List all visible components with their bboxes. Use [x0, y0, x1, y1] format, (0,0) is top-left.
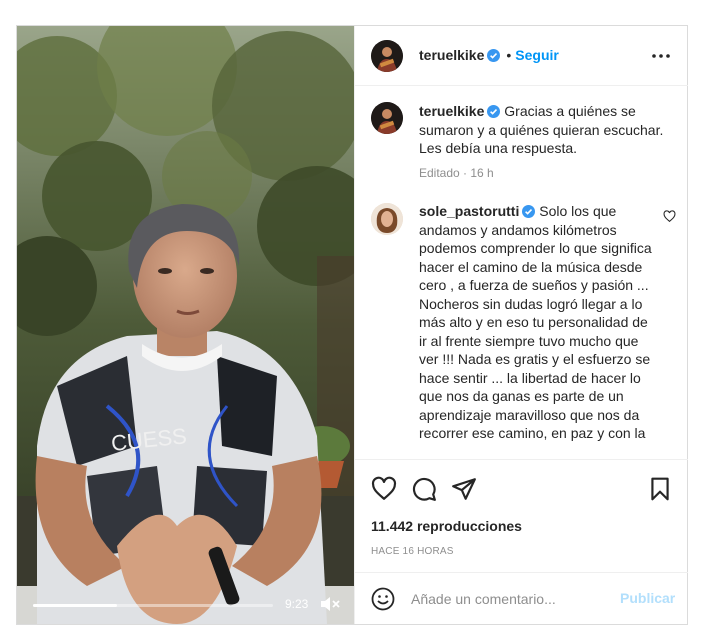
comment-input[interactable] — [411, 587, 611, 611]
avatar[interactable] — [371, 102, 403, 134]
avatar[interactable] — [371, 40, 403, 72]
post-header: teruelkike • Seguir — [355, 26, 688, 86]
caption-meta: Editado · 16 h — [419, 166, 669, 180]
follow-button[interactable]: Seguir — [515, 47, 559, 63]
meta-separator: · — [459, 165, 471, 180]
video-player[interactable]: CUESS 9:23 — [17, 26, 354, 624]
avatar-image — [371, 203, 403, 235]
caption-time[interactable]: 16 h — [470, 166, 493, 180]
header-user-line: teruelkike • Seguir — [419, 47, 559, 63]
verified-badge-icon — [487, 49, 501, 62]
comment-item: sole_pastorutti Solo los que andamos y a… — [419, 202, 659, 443]
post-actions: 11.442 reproducciones HACE 16 HORAS — [355, 459, 688, 572]
username[interactable]: teruelkike — [419, 47, 484, 63]
post-timestamp[interactable]: HACE 16 HORAS — [371, 546, 454, 557]
post-side-panel: teruelkike • Seguir teruelkike Gracias a q — [354, 26, 688, 624]
comments-list[interactable]: teruelkike Gracias a quiénes se sumaron … — [355, 86, 688, 459]
more-options-icon[interactable] — [651, 48, 671, 64]
video-progress-fill — [33, 604, 117, 607]
separator-dot: • — [506, 47, 512, 63]
avatar-image — [371, 102, 403, 134]
publish-button[interactable]: Publicar — [620, 590, 675, 606]
video-controls: 9:23 — [17, 584, 354, 624]
bookmark-icon[interactable] — [647, 476, 673, 502]
comment-icon[interactable] — [411, 476, 437, 502]
verified-badge-icon — [522, 205, 536, 218]
video-time: 9:23 — [285, 597, 309, 611]
avatar[interactable] — [371, 203, 403, 235]
comment-text: Solo los que andamos y andamos kilómetro… — [419, 203, 652, 441]
post-caption: teruelkike Gracias a quiénes se sumaron … — [419, 102, 669, 180]
views-count[interactable]: 11.442 reproducciones — [371, 518, 522, 534]
comment-like-heart-icon[interactable] — [663, 210, 676, 223]
heart-icon[interactable] — [371, 476, 397, 502]
share-icon[interactable] — [451, 476, 477, 502]
post-dialog: CUESS 9:23 teruelkike • Seguir teruelkik… — [16, 25, 688, 625]
video-frame: CUESS — [17, 26, 354, 624]
add-comment-bar: Publicar — [355, 572, 688, 624]
video-progress-bar[interactable] — [33, 604, 273, 607]
comment-username[interactable]: sole_pastorutti — [419, 203, 519, 219]
avatar-image — [371, 40, 403, 72]
verified-badge-icon — [487, 105, 501, 118]
edited-label: Editado — [419, 165, 460, 180]
emoji-icon[interactable] — [371, 587, 395, 611]
caption-username[interactable]: teruelkike — [419, 103, 484, 119]
speaker-muted-icon[interactable] — [319, 594, 341, 614]
